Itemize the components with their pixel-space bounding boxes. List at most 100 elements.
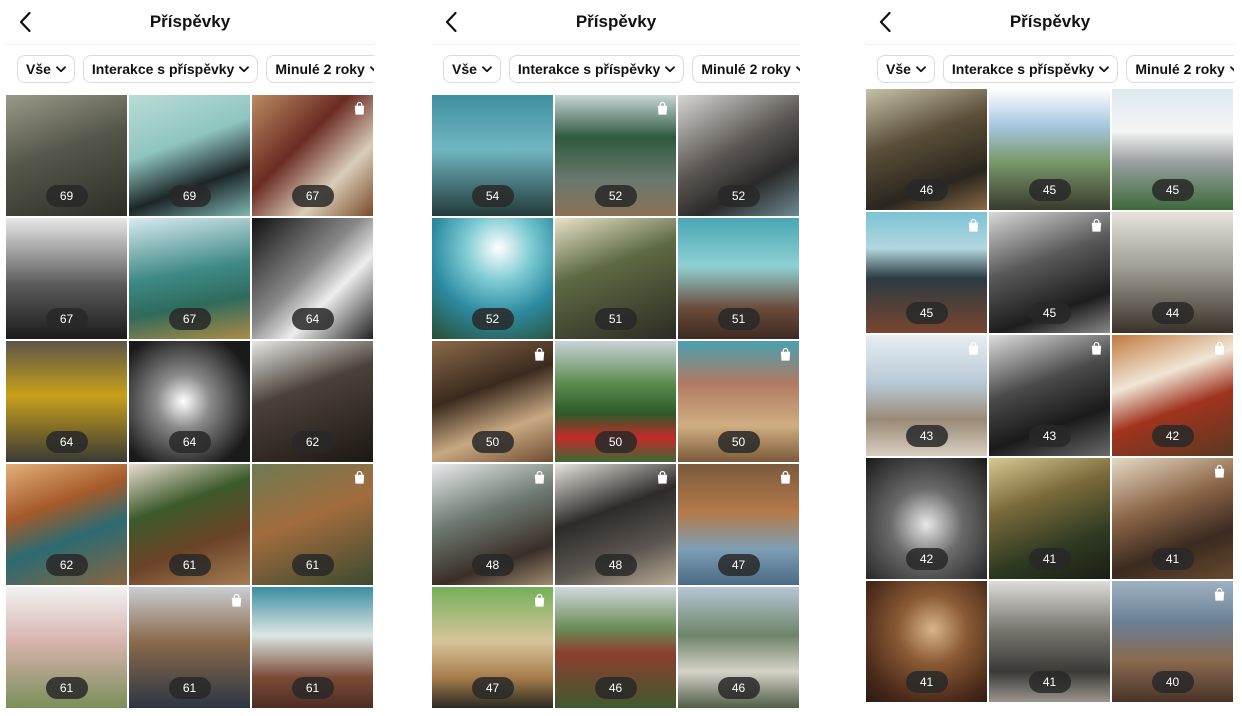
interaction-count-badge: 62 bbox=[45, 554, 88, 576]
post-thumbnail[interactable]: 45 bbox=[1112, 89, 1233, 210]
shopping-bag-icon bbox=[778, 347, 793, 362]
post-thumbnail[interactable]: 61 bbox=[252, 464, 373, 585]
post-thumbnail[interactable]: 67 bbox=[6, 218, 127, 339]
post-thumbnail[interactable]: 46 bbox=[678, 587, 799, 708]
post-thumbnail[interactable]: 46 bbox=[555, 587, 676, 708]
post-thumbnail[interactable]: 62 bbox=[252, 341, 373, 462]
interaction-count-badge: 45 bbox=[1028, 302, 1071, 324]
filter-period-dropdown[interactable]: Minulé 2 roky bbox=[1126, 55, 1234, 83]
post-thumbnail[interactable]: 41 bbox=[1112, 458, 1233, 579]
post-thumbnail[interactable]: 45 bbox=[989, 89, 1110, 210]
page-title: Příspěvky bbox=[149, 12, 231, 31]
post-thumbnail[interactable]: 64 bbox=[129, 341, 250, 462]
interaction-count-badge: 41 bbox=[1151, 548, 1194, 570]
post-thumbnail[interactable]: 41 bbox=[989, 458, 1110, 579]
filter-period-dropdown[interactable]: Minulé 2 roky bbox=[266, 55, 374, 83]
post-thumbnail[interactable]: 41 bbox=[989, 581, 1110, 702]
filter-bar: Vše Interakce s příspěvky Minulé 2 roky bbox=[866, 45, 1234, 95]
header: Příspěvky bbox=[6, 0, 374, 44]
post-thumbnail[interactable]: 69 bbox=[6, 95, 127, 216]
interaction-count-badge: 46 bbox=[717, 677, 760, 699]
filter-label: Vše bbox=[26, 61, 51, 77]
filter-interactions-dropdown[interactable]: Interakce s příspěvky bbox=[942, 55, 1119, 83]
post-thumbnail[interactable]: 48 bbox=[555, 464, 676, 585]
interaction-count-badge: 62 bbox=[291, 431, 334, 453]
chevron-down-icon bbox=[916, 65, 926, 73]
post-thumbnail[interactable]: 61 bbox=[129, 587, 250, 708]
post-thumbnail[interactable]: 45 bbox=[866, 212, 987, 333]
posts-grid: 69 69 67 67 67 64 64 64 62 62 61 61 61 61 61 bbox=[6, 95, 374, 708]
posts-panel-2: Příspěvky Vše Interakce s příspěvky Minulé … bbox=[432, 0, 800, 716]
post-thumbnail[interactable]: 42 bbox=[866, 458, 987, 579]
post-thumbnail[interactable]: 48 bbox=[432, 464, 553, 585]
post-thumbnail[interactable]: 61 bbox=[6, 587, 127, 708]
interaction-count-badge: 61 bbox=[168, 554, 211, 576]
interaction-count-badge: 51 bbox=[717, 308, 760, 330]
post-thumbnail[interactable]: 51 bbox=[678, 218, 799, 339]
post-thumbnail[interactable]: 62 bbox=[6, 464, 127, 585]
interaction-count-badge: 50 bbox=[471, 431, 514, 453]
filter-all-dropdown[interactable]: Vše bbox=[17, 55, 75, 83]
post-thumbnail[interactable]: 50 bbox=[432, 341, 553, 462]
interaction-count-badge: 64 bbox=[168, 431, 211, 453]
interaction-count-badge: 46 bbox=[594, 677, 637, 699]
post-thumbnail[interactable]: 64 bbox=[252, 218, 373, 339]
interaction-count-badge: 41 bbox=[905, 671, 948, 693]
post-thumbnail[interactable]: 67 bbox=[252, 95, 373, 216]
post-thumbnail[interactable]: 51 bbox=[555, 218, 676, 339]
filter-interactions-dropdown[interactable]: Interakce s příspěvky bbox=[82, 55, 259, 83]
post-thumbnail[interactable]: 44 bbox=[1112, 212, 1233, 333]
post-thumbnail[interactable]: 40 bbox=[1112, 581, 1233, 702]
post-thumbnail[interactable]: 50 bbox=[678, 341, 799, 462]
interaction-count-badge: 50 bbox=[717, 431, 760, 453]
interaction-count-badge: 42 bbox=[1151, 425, 1194, 447]
interaction-count-badge: 61 bbox=[168, 677, 211, 699]
post-thumbnail[interactable]: 41 bbox=[866, 581, 987, 702]
filter-all-dropdown[interactable]: Vše bbox=[877, 55, 935, 83]
post-thumbnail[interactable]: 64 bbox=[6, 341, 127, 462]
interaction-count-badge: 52 bbox=[594, 185, 637, 207]
post-thumbnail[interactable]: 47 bbox=[678, 464, 799, 585]
interaction-count-badge: 51 bbox=[594, 308, 637, 330]
header: Příspěvky bbox=[432, 0, 800, 44]
interaction-count-badge: 61 bbox=[291, 677, 334, 699]
post-thumbnail[interactable]: 61 bbox=[252, 587, 373, 708]
filter-label: Minulé 2 roky bbox=[701, 61, 791, 77]
interaction-count-badge: 61 bbox=[291, 554, 334, 576]
post-thumbnail[interactable]: 42 bbox=[1112, 335, 1233, 456]
filter-interactions-dropdown[interactable]: Interakce s příspěvky bbox=[508, 55, 685, 83]
shopping-bag-icon bbox=[352, 470, 367, 485]
post-thumbnail[interactable]: 50 bbox=[555, 341, 676, 462]
interaction-count-badge: 47 bbox=[471, 677, 514, 699]
post-thumbnail[interactable]: 47 bbox=[432, 587, 553, 708]
interaction-count-badge: 67 bbox=[45, 308, 88, 330]
interaction-count-badge: 67 bbox=[291, 185, 334, 207]
post-thumbnail[interactable]: 61 bbox=[129, 464, 250, 585]
header: Příspěvky bbox=[866, 0, 1234, 44]
shopping-bag-icon bbox=[1212, 341, 1227, 356]
shopping-bag-icon bbox=[966, 218, 981, 233]
post-thumbnail[interactable]: 69 bbox=[129, 95, 250, 216]
post-thumbnail[interactable]: 52 bbox=[432, 218, 553, 339]
filter-label: Minulé 2 roky bbox=[1135, 61, 1225, 77]
post-thumbnail[interactable]: 45 bbox=[989, 212, 1110, 333]
interaction-count-badge: 41 bbox=[1028, 548, 1071, 570]
filter-period-dropdown[interactable]: Minulé 2 roky bbox=[692, 55, 800, 83]
post-thumbnail[interactable]: 43 bbox=[989, 335, 1110, 456]
post-thumbnail[interactable]: 52 bbox=[555, 95, 676, 216]
interaction-count-badge: 69 bbox=[168, 185, 211, 207]
shopping-bag-icon bbox=[1212, 464, 1227, 479]
post-thumbnail[interactable]: 52 bbox=[678, 95, 799, 216]
post-thumbnail[interactable]: 43 bbox=[866, 335, 987, 456]
shopping-bag-icon bbox=[532, 593, 547, 608]
interaction-count-badge: 43 bbox=[1028, 425, 1071, 447]
shopping-bag-icon bbox=[1089, 341, 1104, 356]
post-thumbnail[interactable]: 67 bbox=[129, 218, 250, 339]
interaction-count-badge: 48 bbox=[471, 554, 514, 576]
page-title: Příspěvky bbox=[1009, 12, 1091, 31]
post-thumbnail[interactable]: 54 bbox=[432, 95, 553, 216]
interaction-count-badge: 44 bbox=[1151, 302, 1194, 324]
filter-all-dropdown[interactable]: Vše bbox=[443, 55, 501, 83]
post-thumbnail[interactable]: 46 bbox=[866, 89, 987, 210]
shopping-bag-icon bbox=[778, 470, 793, 485]
